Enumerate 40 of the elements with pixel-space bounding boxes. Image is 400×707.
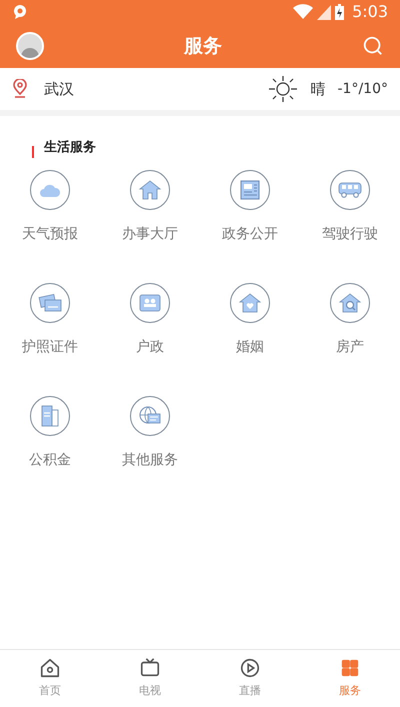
weather-label: 晴	[310, 78, 326, 100]
service-item[interactable]: 房产	[300, 283, 400, 358]
service-item[interactable]: 天气预报	[0, 170, 100, 245]
sun-icon	[266, 74, 298, 104]
location-pin-icon	[12, 79, 28, 99]
cards-icon	[38, 294, 62, 312]
contacts-icon	[139, 294, 161, 312]
house-icon	[139, 180, 161, 200]
cloud-icon	[39, 182, 61, 198]
tab-item[interactable]: 直播	[200, 650, 300, 707]
battery-icon	[335, 4, 344, 20]
section-marker	[32, 146, 34, 158]
service-item[interactable]: 政务公开	[200, 170, 300, 245]
temperature-label: -1°/10°	[338, 80, 388, 98]
section-title: 生活服务	[44, 139, 96, 158]
home-icon	[39, 657, 61, 680]
service-item[interactable]: 驾驶行驶	[300, 170, 400, 245]
search-icon[interactable]	[362, 35, 384, 57]
service-item[interactable]: 其他服务	[100, 396, 200, 471]
building-icon	[40, 405, 60, 427]
city-label[interactable]: 武汉	[44, 78, 74, 100]
newspaper-icon	[240, 180, 260, 200]
notification-icon	[12, 4, 28, 20]
signal-icon	[317, 4, 332, 20]
page-title: 服务	[184, 34, 222, 59]
service-item[interactable]: 办事大厅	[100, 170, 200, 245]
tab-item[interactable]: 服务	[300, 650, 400, 707]
bus-icon	[338, 181, 362, 199]
service-item[interactable]: 婚姻	[200, 283, 300, 358]
tab-item[interactable]: 首页	[0, 650, 100, 707]
wifi-icon	[293, 4, 314, 20]
heart-house-icon	[239, 293, 261, 313]
house-search-icon	[339, 293, 361, 313]
tab-item[interactable]: 电视	[100, 650, 200, 707]
service-item[interactable]: 护照证件	[0, 283, 100, 358]
play-icon	[239, 657, 261, 680]
status-time: 5:03	[352, 1, 388, 23]
service-item[interactable]: 公积金	[0, 396, 100, 471]
service-item[interactable]: 户政	[100, 283, 200, 358]
avatar-icon	[16, 32, 44, 60]
